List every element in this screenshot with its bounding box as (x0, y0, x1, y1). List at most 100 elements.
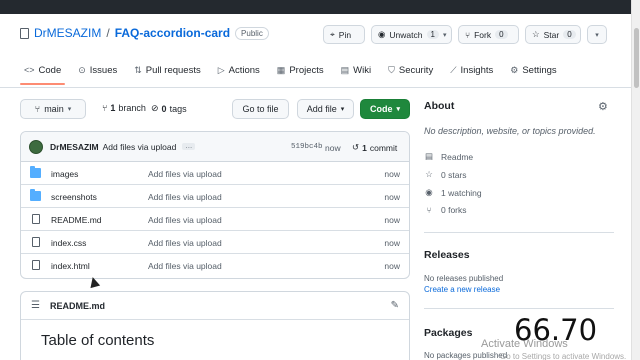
watchers-link[interactable]: ◉ 1 watching (424, 187, 481, 198)
star-label: Star (543, 29, 560, 40)
fork-button[interactable]: ⑂ Fork 0 (458, 25, 519, 44)
tab-label: Insights (460, 64, 494, 76)
file-browser: DrMESAZIM Add files via upload … 519bc4b… (20, 131, 410, 279)
fork-count: 0 (495, 30, 508, 39)
scrollbar-thumb[interactable] (634, 28, 639, 88)
readme-heading: Table of contents (41, 332, 155, 349)
branches-link[interactable]: ⑂ 1 branch (102, 103, 146, 113)
star-icon: ☆ (532, 29, 540, 39)
tab-projects[interactable]: ▦ Projects (277, 62, 324, 78)
tab-wiki[interactable]: ▤ Wiki (341, 62, 371, 78)
page-scrollbar[interactable] (631, 0, 640, 360)
pin-button[interactable]: ⌖ Pin (323, 25, 365, 44)
tab-security[interactable]: ⛉ Security (388, 62, 433, 78)
commit-count-label: commit (369, 142, 398, 153)
commit-expand-button[interactable]: … (182, 143, 196, 150)
repo-name-link[interactable]: FAQ-accordion-card (115, 26, 230, 40)
add-file-label: Add file (306, 104, 337, 114)
chevron-down-icon: ▾ (396, 106, 400, 113)
file-commit-message[interactable]: Add files via upload (148, 238, 222, 248)
file-name-link[interactable]: index.html (51, 261, 90, 271)
readme-filename[interactable]: README.md (50, 301, 105, 311)
releases-title[interactable]: Releases (424, 249, 470, 261)
tab-settings[interactable]: ⚙ Settings (510, 62, 556, 78)
commit-author-link[interactable]: DrMESAZIM (50, 142, 99, 152)
history-icon: ↺ (352, 142, 360, 152)
file-name-link[interactable]: images (51, 169, 78, 179)
file-time: now (384, 238, 400, 248)
file-row[interactable]: index.html Add files via upload now (21, 254, 409, 277)
branch-toolbar: ⑂ main ▾ ⑂ 1 branch ⊘ 0 tags Go to file … (20, 99, 410, 119)
commit-history-link[interactable]: ↺ 1 commit (352, 142, 397, 153)
file-row[interactable]: images Add files via upload now (21, 162, 409, 185)
pin-icon: ⌖ (330, 29, 335, 39)
file-name-link[interactable]: screenshots (51, 192, 97, 202)
about-title: About (424, 100, 455, 112)
star-button[interactable]: ☆ Star 0 (525, 25, 581, 44)
branch-icon: ⑂ (102, 103, 108, 113)
code-button[interactable]: Code ▾ (360, 99, 410, 119)
tab-insights[interactable]: ⟋ Insights (450, 62, 493, 78)
avatar[interactable] (29, 139, 43, 154)
global-header (0, 0, 640, 14)
unwatch-label: Unwatch (389, 29, 423, 40)
eye-icon: ◉ (378, 29, 386, 39)
tags-count: 0 (161, 103, 167, 114)
file-name-link[interactable]: index.css (51, 238, 86, 248)
gear-icon[interactable]: ⚙ (598, 100, 608, 113)
readme-panel: ☰ README.md ✎ Table of contents (20, 291, 410, 360)
unwatch-button[interactable]: ◉ Unwatch 1 ▾ (371, 25, 452, 44)
branch-select-button[interactable]: ⑂ main ▾ (20, 99, 86, 119)
star-dropdown-button[interactable]: ▾ (587, 25, 607, 44)
file-time: now (384, 169, 400, 179)
tab-label: Pull requests (145, 64, 201, 76)
repo-title: DrMESAZIM / FAQ-accordion-card Public (20, 26, 269, 40)
list-icon[interactable]: ☰ (31, 300, 40, 311)
file-row[interactable]: screenshots Add files via upload now (21, 185, 409, 208)
file-time: now (384, 215, 400, 225)
branches-count: 1 (110, 103, 116, 113)
commit-message-link[interactable]: Add files via upload (103, 142, 177, 152)
gear-icon: ⚙ (510, 64, 519, 75)
readme-link[interactable]: ▤ Readme (424, 151, 473, 162)
stars-link[interactable]: ☆ 0 stars (424, 169, 466, 180)
repo-actions: ⌖ Pin ◉ Unwatch 1 ▾ ⑂ Fork 0 ☆ Star 0 ▾ (323, 25, 607, 44)
repo-nav-tabs: <> Code ⊙ Issues ⇅ Pull requests ▷ Actio… (19, 62, 557, 85)
star-count: 0 (563, 30, 576, 39)
repo-owner-link[interactable]: DrMESAZIM (34, 26, 101, 40)
tab-pull-requests[interactable]: ⇅ Pull requests (134, 62, 200, 78)
file-row[interactable]: README.md Add files via upload now (21, 208, 409, 231)
no-packages-text: No packages published (424, 351, 508, 360)
forks-link[interactable]: ⑂ 0 forks (424, 205, 466, 215)
add-file-button[interactable]: Add file ▾ (297, 99, 354, 119)
edit-pencil-icon[interactable]: ✎ (391, 300, 399, 311)
file-commit-message[interactable]: Add files via upload (148, 169, 222, 179)
packages-title[interactable]: Packages (424, 327, 472, 339)
tab-issues[interactable]: ⊙ Issues (78, 62, 117, 78)
tab-label: Settings (522, 64, 557, 76)
file-commit-message[interactable]: Add files via upload (148, 215, 222, 225)
create-release-link[interactable]: Create a new release (424, 285, 500, 294)
table-icon: ▦ (276, 64, 286, 75)
pull-request-icon: ⇅ (134, 64, 142, 75)
issue-icon: ⊙ (78, 64, 86, 75)
tag-icon: ⊘ (151, 103, 159, 113)
tags-link[interactable]: ⊘ 0 tags (151, 103, 187, 114)
overlay-number: 66.70 (514, 313, 598, 347)
file-commit-message[interactable]: Add files via upload (148, 192, 222, 202)
fork-label: Fork (474, 29, 492, 40)
book-icon: ▤ (424, 151, 434, 161)
file-name-link[interactable]: README.md (51, 215, 102, 225)
tab-label: Issues (89, 64, 118, 76)
file-row[interactable]: index.css Add files via upload now (21, 231, 409, 254)
book-icon: ▤ (340, 64, 350, 75)
commit-sha-link[interactable]: 519bc4b (291, 143, 323, 151)
about-description: No description, website, or topics provi… (424, 126, 596, 136)
commit-count: 1 (362, 142, 367, 153)
file-commit-message[interactable]: Add files via upload (148, 261, 222, 271)
go-to-file-button[interactable]: Go to file (232, 99, 289, 119)
tab-code[interactable]: <> Code (19, 62, 66, 85)
chevron-down-icon: ▾ (67, 106, 72, 113)
tab-label: Projects (289, 64, 324, 76)
tab-actions[interactable]: ▷ Actions (218, 62, 260, 78)
